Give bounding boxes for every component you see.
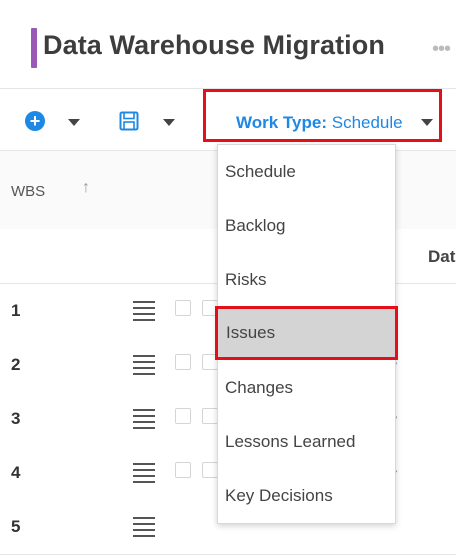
comment-icon[interactable] bbox=[202, 462, 218, 478]
wbs-column-header[interactable]: WBS bbox=[11, 183, 45, 200]
page-title: Data Warehouse Migration bbox=[43, 30, 385, 60]
sort-ascending-icon[interactable]: ↑ bbox=[82, 179, 90, 197]
plus-circle-icon[interactable]: + bbox=[25, 111, 45, 131]
row-wbs: 2 bbox=[11, 355, 21, 374]
comment-icon[interactable] bbox=[202, 408, 218, 424]
row-menu-icon[interactable] bbox=[133, 301, 155, 321]
note-icon[interactable] bbox=[175, 462, 191, 478]
work-type-label: Work Type: Schedule bbox=[236, 113, 403, 133]
row-wbs: 1 bbox=[11, 301, 21, 320]
row-menu-icon[interactable] bbox=[133, 355, 155, 375]
note-icon[interactable] bbox=[175, 300, 191, 316]
menu-item-issues[interactable]: Issues bbox=[215, 306, 398, 360]
work-type-prefix: Work Type: bbox=[236, 113, 327, 132]
title-bar: Data Warehouse Migration ••• bbox=[0, 0, 456, 88]
row-menu-icon[interactable] bbox=[133, 409, 155, 429]
row-menu-icon[interactable] bbox=[133, 517, 155, 537]
work-type-dropdown: Schedule Backlog Risks Issues Changes Le… bbox=[215, 144, 398, 524]
menu-item-key-decisions[interactable]: Key Decisions bbox=[218, 469, 395, 523]
add-dropdown-chevron-icon[interactable] bbox=[68, 119, 80, 126]
menu-item-risks[interactable]: Risks bbox=[218, 253, 395, 307]
menu-item-backlog[interactable]: Backlog bbox=[218, 199, 395, 253]
work-type-selector[interactable]: Work Type: Schedule bbox=[203, 89, 442, 142]
note-icon[interactable] bbox=[175, 408, 191, 424]
chevron-down-icon[interactable] bbox=[421, 119, 433, 126]
menu-item-lessons-learned[interactable]: Lessons Learned bbox=[218, 415, 395, 469]
toolbar: + Work Type: Schedule bbox=[0, 88, 456, 151]
menu-item-changes[interactable]: Changes bbox=[218, 361, 395, 415]
work-type-value: Schedule bbox=[331, 113, 403, 132]
row-wbs: 3 bbox=[11, 409, 21, 428]
row-wbs: 5 bbox=[11, 517, 21, 536]
row-wbs: 4 bbox=[11, 463, 21, 482]
title-accent-bar bbox=[31, 28, 37, 68]
ellipsis-icon[interactable]: ••• bbox=[432, 38, 451, 61]
menu-item-schedule[interactable]: Schedule bbox=[218, 145, 395, 199]
save-dropdown-chevron-icon[interactable] bbox=[163, 119, 175, 126]
row-menu-icon[interactable] bbox=[133, 463, 155, 483]
floppy-disk-icon[interactable] bbox=[119, 111, 139, 131]
note-icon[interactable] bbox=[175, 354, 191, 370]
date-column-header[interactable]: Dat bbox=[428, 247, 455, 267]
